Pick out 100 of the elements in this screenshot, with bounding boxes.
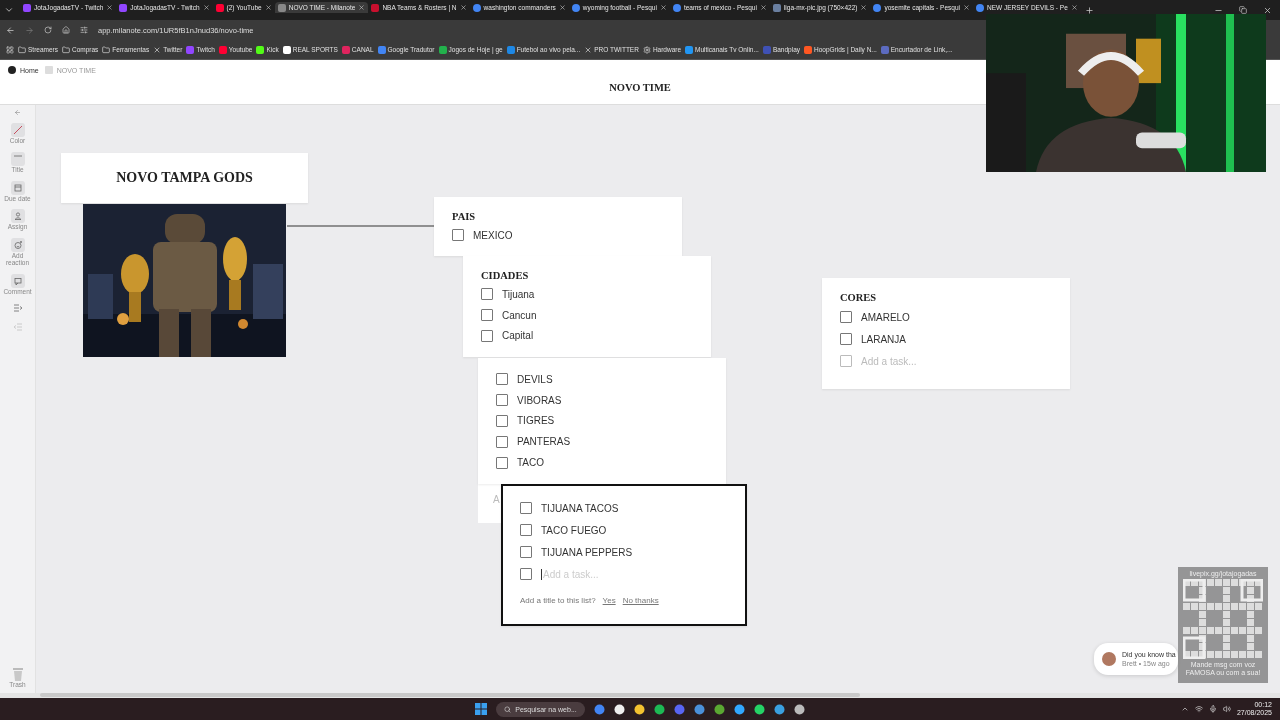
apps-icon[interactable] bbox=[6, 45, 14, 54]
checkbox[interactable] bbox=[496, 415, 508, 427]
app-icon[interactable] bbox=[773, 703, 785, 715]
app-icon[interactable] bbox=[613, 703, 625, 715]
site-settings-icon[interactable] bbox=[80, 26, 88, 34]
task-label: TIGRES bbox=[517, 415, 555, 427]
globe-icon bbox=[571, 3, 580, 12]
task-label: TIJUANA TACOS bbox=[541, 502, 619, 514]
close-button[interactable] bbox=[1263, 5, 1272, 15]
list-title-prompt: Add a title to this list? bbox=[520, 596, 596, 605]
back-button[interactable] bbox=[6, 25, 15, 35]
close-icon[interactable] bbox=[659, 4, 667, 11]
list-card[interactable]: CIDADES Tijuana Cancun Capital bbox=[463, 256, 711, 357]
checkbox bbox=[840, 355, 852, 367]
list-title: CIDADES bbox=[481, 270, 530, 281]
folder-icon bbox=[62, 45, 70, 54]
close-icon[interactable] bbox=[264, 4, 272, 11]
app-icon[interactable] bbox=[733, 703, 745, 715]
color-swatch-icon bbox=[10, 123, 25, 137]
task-label: Cancun bbox=[502, 309, 537, 321]
x-icon bbox=[153, 45, 162, 54]
checkbox[interactable] bbox=[840, 311, 852, 323]
checkbox[interactable] bbox=[481, 288, 493, 301]
close-icon[interactable] bbox=[558, 4, 566, 11]
title-icon bbox=[10, 151, 25, 166]
logo-icon bbox=[8, 66, 16, 74]
close-icon[interactable] bbox=[459, 4, 467, 11]
indent-icon bbox=[12, 302, 23, 315]
board-icon bbox=[44, 66, 53, 74]
checkbox bbox=[520, 568, 532, 580]
app-icon[interactable] bbox=[753, 703, 765, 715]
task-label: VIBORAS bbox=[517, 394, 562, 406]
close-icon[interactable] bbox=[1070, 4, 1078, 11]
checkbox[interactable] bbox=[520, 502, 532, 514]
checkbox[interactable] bbox=[840, 333, 852, 345]
list-title: PAIS bbox=[452, 211, 477, 222]
reload-button[interactable] bbox=[44, 26, 52, 34]
close-icon[interactable] bbox=[860, 4, 868, 11]
site-icon bbox=[371, 3, 380, 12]
checkbox[interactable] bbox=[496, 394, 508, 407]
no-thanks-link[interactable]: No thanks bbox=[622, 596, 659, 605]
search-icon bbox=[504, 705, 512, 713]
tab-list-button[interactable] bbox=[4, 5, 14, 15]
globe-icon bbox=[672, 3, 681, 12]
avatar-icon bbox=[1102, 652, 1116, 666]
folder-icon bbox=[102, 45, 111, 54]
checkbox[interactable] bbox=[520, 546, 532, 558]
checkbox[interactable] bbox=[481, 309, 493, 321]
close-icon[interactable] bbox=[202, 4, 210, 11]
scrollbar-thumb[interactable] bbox=[40, 693, 860, 697]
trash-icon bbox=[11, 668, 24, 682]
task-label: DEVILS bbox=[517, 373, 553, 385]
close-icon[interactable] bbox=[106, 4, 114, 11]
outdent-icon bbox=[12, 321, 23, 334]
app-icon[interactable] bbox=[793, 703, 805, 715]
yes-link[interactable]: Yes bbox=[602, 596, 616, 605]
globe-icon bbox=[472, 3, 481, 12]
checkbox[interactable] bbox=[452, 229, 464, 241]
globe-icon bbox=[873, 3, 882, 12]
checkbox[interactable] bbox=[496, 456, 508, 469]
smile-plus-icon bbox=[10, 238, 25, 253]
list-card[interactable]: CORES AMARELO LARANJA Add a task... bbox=[822, 278, 1070, 389]
task-label: TIJUANA PEPPERS bbox=[541, 546, 633, 558]
app-icon[interactable] bbox=[653, 703, 665, 715]
calendar-icon bbox=[10, 180, 25, 195]
comment-icon bbox=[10, 273, 25, 288]
app-icon[interactable] bbox=[633, 703, 645, 715]
microphone-icon[interactable] bbox=[1208, 705, 1217, 713]
restore-button[interactable] bbox=[1239, 6, 1247, 14]
site-icon bbox=[215, 3, 224, 12]
volume-icon[interactable] bbox=[1222, 705, 1231, 713]
checkbox[interactable] bbox=[481, 329, 493, 342]
folder-icon bbox=[18, 45, 26, 54]
checkbox[interactable] bbox=[496, 373, 508, 386]
network-icon[interactable] bbox=[1194, 705, 1203, 713]
checkbox[interactable] bbox=[520, 524, 532, 536]
close-icon[interactable] bbox=[759, 4, 767, 11]
list-card[interactable]: PAIS MEXICO bbox=[434, 197, 682, 256]
list-card[interactable]: DEVILS VIBORAS TIGRES PANTERAS TACO bbox=[478, 358, 726, 484]
close-icon[interactable] bbox=[358, 4, 366, 11]
title-card: NOVO TAMPA GODS bbox=[61, 153, 308, 203]
list-title: CORES bbox=[840, 292, 878, 303]
new-tab-button[interactable] bbox=[1084, 5, 1094, 15]
site-icon bbox=[23, 3, 31, 12]
tray-expand-icon[interactable] bbox=[1180, 705, 1189, 713]
task-label: TACO bbox=[517, 457, 545, 469]
task-label: Capital bbox=[502, 330, 534, 342]
home-button[interactable] bbox=[62, 26, 70, 34]
task-label: PANTERAS bbox=[517, 436, 571, 448]
task-label: LARANJA bbox=[861, 333, 906, 345]
globe-icon bbox=[975, 3, 984, 12]
image-icon bbox=[772, 3, 781, 12]
task-label: Tijuana bbox=[502, 288, 535, 300]
task-label: MEXICO bbox=[473, 229, 513, 241]
close-icon[interactable] bbox=[962, 4, 970, 11]
windows-start-icon[interactable] bbox=[475, 703, 488, 715]
task-label: AMARELO bbox=[861, 311, 910, 323]
board-title: NOVO TIME bbox=[608, 82, 672, 93]
checkbox[interactable] bbox=[496, 435, 508, 448]
task-label: TACO FUEGO bbox=[541, 524, 607, 536]
